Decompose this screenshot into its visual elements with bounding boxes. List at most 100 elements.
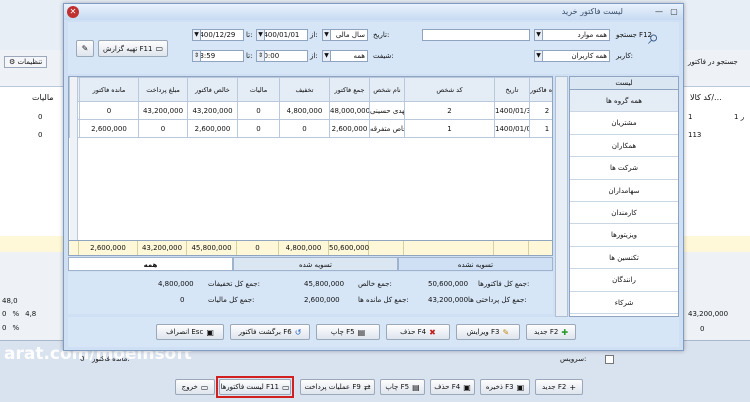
table-cell: 2 — [529, 101, 552, 120]
chevron-down-icon[interactable]: ▼ — [534, 29, 543, 41]
search-scope-select[interactable]: همه موارد — [534, 29, 610, 41]
tab-settled[interactable]: تسویه شده — [233, 257, 398, 271]
user-select[interactable]: همه کاربران — [534, 50, 610, 62]
summary-cell — [529, 241, 552, 255]
side-list-item[interactable]: رانندگان — [570, 269, 678, 292]
column-header[interactable]: جمع فاکتور — [329, 77, 370, 102]
stepper-icon[interactable]: ⇕ — [192, 50, 201, 62]
side-list-item[interactable]: همکاران — [570, 135, 678, 158]
edit-button[interactable]: ویرایش F3 ✎ — [456, 324, 520, 340]
total-tax-label: جمع کل مالیات: — [208, 296, 255, 304]
bg-sum-right — [684, 236, 750, 252]
search-input[interactable] — [422, 29, 530, 41]
bg-exit-button[interactable]: خروج ▭ — [175, 379, 215, 395]
column-header[interactable]: کد شخص — [404, 77, 495, 102]
side-list-item[interactable]: شرکاء — [570, 292, 678, 314]
add-icon: ✚ — [561, 327, 569, 337]
bg-value-row: 0% — [2, 324, 20, 332]
chevron-down-icon[interactable]: ▼ — [322, 29, 331, 41]
stepper-icon[interactable]: ⇕ — [256, 50, 265, 62]
total-net-value: 45,800,000 — [304, 280, 345, 288]
column-header[interactable]: مالیات — [237, 77, 280, 102]
delete-button[interactable]: حذف F4 ✖ — [386, 324, 450, 340]
date-label: تاریخ: — [373, 31, 390, 39]
side-list-item[interactable]: کارمندان — [570, 202, 678, 225]
return-icon: ↺ — [294, 327, 302, 337]
table-cell: 2,600,000 — [329, 119, 370, 138]
bg-cell: 0 — [38, 113, 43, 121]
summary-cell: 45,800,000 — [187, 241, 237, 255]
paint-button[interactable]: ✎ — [76, 40, 94, 57]
tab-unsettled[interactable]: تسویه نشده — [398, 257, 553, 271]
report-icon: ▭ — [155, 44, 164, 53]
table-row[interactable]: 2,600,00002,600,000002,600,000اشخاص متفر… — [69, 119, 552, 138]
print-icon: ▤ — [412, 382, 420, 392]
column-header[interactable]: خالص فاکتور — [187, 77, 238, 102]
table-cell: 2,600,000 — [187, 119, 238, 138]
table-cell: 2 — [404, 101, 495, 120]
chevron-down-icon[interactable]: ▼ — [256, 29, 265, 41]
side-list-scrollbar[interactable] — [555, 76, 568, 317]
cancel-button[interactable]: انصراف Esc ▣ — [156, 324, 224, 340]
total-invoices-label: جمع کل فاکتورها: — [478, 280, 530, 288]
side-list-item[interactable]: ویزیتورها — [570, 224, 678, 247]
tab-all[interactable]: همه — [68, 257, 233, 271]
side-list-item[interactable]: مشتریان — [570, 112, 678, 135]
column-header[interactable]: شماره فاکتور — [529, 77, 552, 102]
grid-scrollbar[interactable] — [70, 77, 78, 255]
total-paid-value: 43,200,000 — [428, 296, 469, 304]
summary-cell — [369, 241, 404, 255]
bg-print-button[interactable]: چاپ F5 ▤ — [380, 379, 425, 395]
new-icon: + — [569, 382, 577, 392]
side-list-item[interactable]: سهامداران — [570, 180, 678, 202]
column-header[interactable]: مانده فاکتور — [79, 77, 139, 102]
table-cell: 0 — [237, 101, 280, 120]
column-header[interactable]: نام شخص — [369, 77, 405, 102]
table-cell: 1 — [529, 119, 552, 138]
table-row[interactable]: 0 43,200,000 43,200,000 0 4,800,000 48,000,00… — [69, 101, 552, 120]
bg-cell: 1 — [688, 113, 693, 121]
date-from-label: از: — [310, 31, 318, 39]
print-button[interactable]: چاپ F5 ▤ — [316, 324, 380, 340]
bg-payment-button[interactable]: عملیات پرداخت F9 ⇄ — [300, 379, 375, 395]
summary-cell: 43,200,000 — [138, 241, 187, 255]
table-cell: 4,800,000 — [279, 101, 330, 120]
column-header[interactable]: مبلغ پرداخت — [138, 77, 188, 102]
bg-value: 0 — [700, 325, 705, 333]
time-from-label: از: — [310, 52, 318, 60]
maximize-icon[interactable]: ▢ — [667, 6, 681, 17]
bg-save-button[interactable]: ذخیره F3 ▣ — [480, 379, 530, 395]
minimize-icon[interactable]: — — [652, 6, 666, 17]
bg-value-row: 0% 4,8 — [2, 310, 37, 318]
new-button[interactable]: جدید F2 ✚ — [526, 324, 576, 340]
report-button[interactable]: تهیه گزارش F11 ▭ — [98, 40, 168, 57]
bg-delete-button[interactable]: حذف F4 ▣ — [430, 379, 475, 395]
invoice-list-dialog: ✕ لیست فاکتور خرید — ▢ ⌕ جستجو F12 همه م… — [63, 3, 684, 351]
chevron-down-icon[interactable]: ▼ — [322, 50, 331, 62]
dialog-title: لیست فاکتور خرید — [561, 7, 623, 16]
summary-cell: 2,600,000 — [79, 241, 138, 255]
chevron-down-icon[interactable]: ▼ — [534, 50, 543, 62]
table-cell: 0 — [237, 119, 280, 138]
bg-col-tax: مالیات — [32, 93, 54, 102]
return-invoice-button[interactable]: برگشت فاکتور F6 ↺ — [230, 324, 310, 340]
total-net-label: جمع خالص: — [358, 280, 392, 288]
service-checkbox[interactable] — [605, 355, 614, 364]
bg-settings-button[interactable]: ⚙ تنظیمات — [4, 56, 48, 68]
invoice-grid: مانده فاکتور مبلغ پرداخت خالص فاکتور مالیات… — [68, 76, 553, 256]
summary-cell — [494, 241, 529, 255]
table-cell: اشخاص متفرقه — [369, 119, 405, 138]
side-list-item[interactable]: همه گروه ها — [570, 90, 678, 113]
column-header[interactable]: تاریخ — [494, 77, 530, 102]
table-cell: 0 — [138, 119, 188, 138]
gear-icon: ⚙ — [9, 58, 18, 66]
table-cell: 43,200,000 — [138, 101, 188, 120]
close-icon[interactable]: ✕ — [67, 6, 79, 18]
side-list-item[interactable]: شرکت ها — [570, 157, 678, 180]
total-discount-label: جمع کل تخفیفات: — [208, 280, 260, 288]
column-header[interactable]: تخفیف — [279, 77, 330, 102]
side-list-item[interactable]: تکنسین ها — [570, 247, 678, 270]
chevron-down-icon[interactable]: ▼ — [192, 29, 201, 41]
bg-new-button[interactable]: جدید F2 + — [535, 379, 583, 395]
bg-col-code: کد کالا/... — [690, 93, 722, 102]
